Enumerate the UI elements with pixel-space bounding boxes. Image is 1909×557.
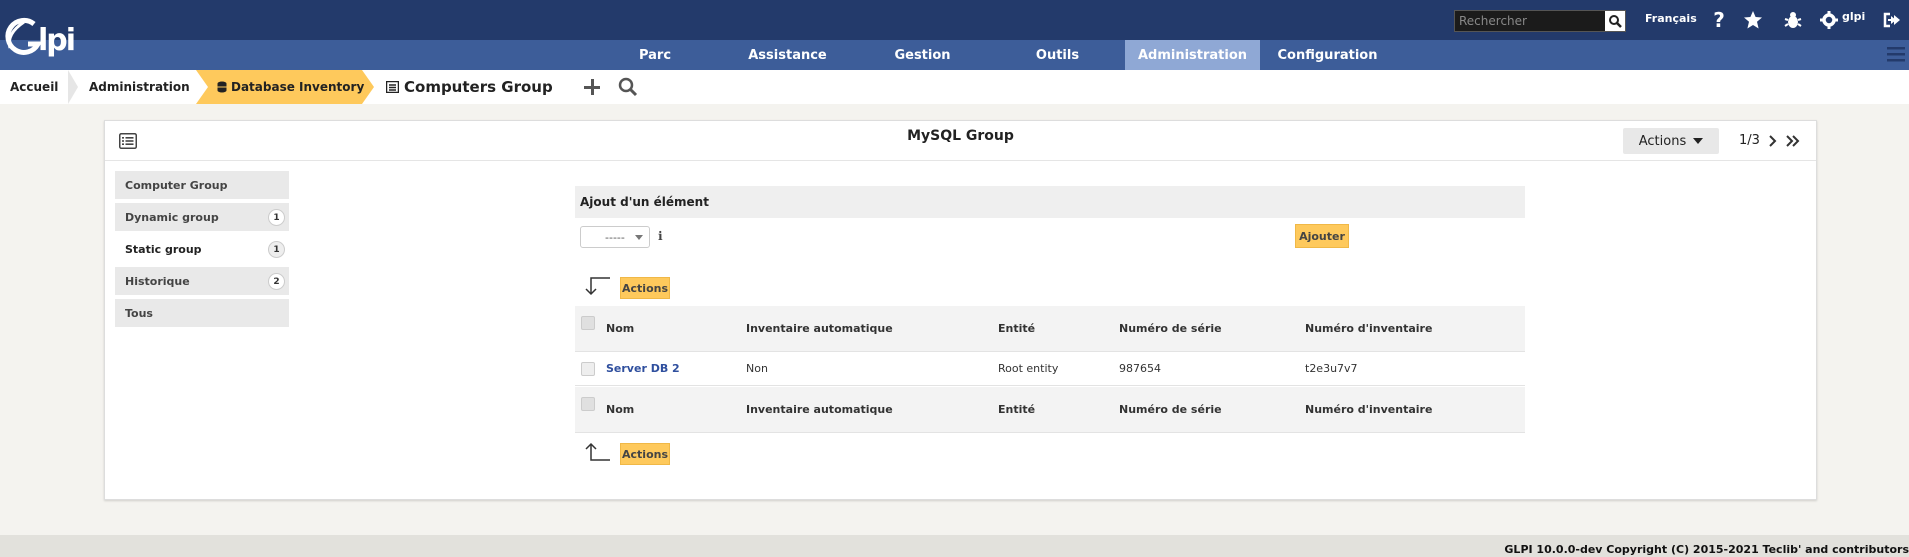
search-input[interactable] bbox=[1455, 11, 1605, 31]
column-header[interactable]: Nom bbox=[606, 306, 634, 351]
menu-toggle-button[interactable] bbox=[1886, 44, 1906, 64]
gear-icon bbox=[1820, 11, 1838, 29]
card-header: MySQL Group Actions 1/3 bbox=[105, 121, 1816, 161]
tab-dynamic-group[interactable]: Dynamic group 1 bbox=[115, 203, 289, 231]
svg-text:lpi: lpi bbox=[38, 23, 74, 58]
table-header: Nom Inventaire automatique Entité Numéro… bbox=[575, 306, 1525, 352]
actions-dropdown-button[interactable]: Actions bbox=[1623, 128, 1719, 154]
info-icon[interactable]: ℹ bbox=[658, 229, 663, 243]
cell-entity: Root entity bbox=[998, 362, 1059, 375]
item-card: MySQL Group Actions 1/3 Computer Group D… bbox=[104, 120, 1817, 500]
hamburger-icon bbox=[1887, 47, 1905, 62]
star-icon bbox=[1744, 11, 1762, 29]
username: glpi bbox=[1842, 9, 1866, 23]
copyright-text[interactable]: GLPI 10.0.0-dev Copyright (C) 2015-2021 … bbox=[1504, 543, 1909, 556]
breadcrumb-database-inventory[interactable]: Database Inventory bbox=[217, 70, 364, 104]
breadcrumb-label: Database Inventory bbox=[231, 80, 365, 94]
tab-label: Static group bbox=[125, 242, 202, 256]
massive-actions-button-top[interactable]: Actions bbox=[620, 277, 670, 299]
glpi-logo[interactable]: lpi bbox=[4, 14, 100, 67]
column-header[interactable]: Entité bbox=[998, 387, 1035, 432]
chevron-double-right-icon bbox=[1786, 135, 1800, 147]
column-header[interactable]: Inventaire automatique bbox=[746, 306, 893, 351]
cell-auto-inventory: Non bbox=[746, 362, 768, 375]
column-header[interactable]: Numéro de série bbox=[1119, 387, 1222, 432]
search-button[interactable] bbox=[1605, 11, 1625, 31]
card-title: MySQL Group bbox=[907, 128, 1014, 144]
cell-serial: 987654 bbox=[1119, 362, 1161, 375]
item-select[interactable]: ----- bbox=[580, 226, 650, 248]
chevron-right-icon bbox=[1769, 135, 1777, 147]
nav-configuration[interactable]: Configuration bbox=[1265, 40, 1390, 70]
arrow-down-left-icon bbox=[581, 276, 611, 299]
column-header[interactable]: Inventaire automatique bbox=[746, 387, 893, 432]
chevron-down-icon bbox=[635, 235, 643, 240]
column-header[interactable]: Numéro de série bbox=[1119, 306, 1222, 351]
nav-parc[interactable]: Parc bbox=[620, 40, 690, 70]
debug-button[interactable] bbox=[1781, 8, 1805, 32]
search-icon bbox=[1609, 15, 1622, 28]
item-name-link[interactable]: Server DB 2 bbox=[606, 352, 680, 385]
tab-computer-group[interactable]: Computer Group bbox=[115, 171, 289, 199]
glpi-logo-icon: lpi bbox=[5, 17, 76, 58]
help-button[interactable]: ? bbox=[1707, 8, 1731, 32]
page-title[interactable]: Computers Group bbox=[386, 70, 553, 104]
tab-tous[interactable]: Tous bbox=[115, 299, 289, 327]
actions-label: Actions bbox=[1638, 133, 1687, 149]
breadcrumb-home[interactable]: Accueil bbox=[10, 70, 58, 104]
table-footer-header: Nom Inventaire automatique Entité Numéro… bbox=[575, 387, 1525, 433]
database-icon bbox=[217, 81, 227, 93]
next-item-button[interactable] bbox=[1768, 135, 1778, 150]
user-menu[interactable]: glpi bbox=[1820, 8, 1865, 32]
add-button[interactable] bbox=[582, 77, 602, 97]
breadcrumb-separator bbox=[196, 70, 208, 104]
select-all-checkbox[interactable] bbox=[581, 316, 595, 330]
global-search bbox=[1454, 10, 1626, 32]
tab-count-badge: 2 bbox=[268, 273, 285, 290]
page-title-label: Computers Group bbox=[404, 78, 553, 96]
tab-count-badge: 1 bbox=[268, 209, 285, 226]
tab-historique[interactable]: Historique 2 bbox=[115, 267, 289, 295]
language-selector[interactable]: Français bbox=[1645, 12, 1697, 25]
question-icon: ? bbox=[1713, 8, 1725, 32]
last-item-button[interactable] bbox=[1785, 135, 1801, 150]
add-item-button[interactable]: Ajouter bbox=[1295, 224, 1349, 248]
select-all-checkbox[interactable] bbox=[581, 397, 595, 411]
tab-label: Dynamic group bbox=[125, 210, 219, 224]
column-header[interactable]: Entité bbox=[998, 306, 1035, 351]
page-footer: GLPI 10.0.0-dev Copyright (C) 2015-2021 … bbox=[0, 535, 1909, 557]
tab-label: Computer Group bbox=[125, 178, 228, 192]
massive-actions-button-bottom[interactable]: Actions bbox=[620, 443, 670, 465]
row-checkbox[interactable] bbox=[581, 362, 595, 376]
favorites-button[interactable] bbox=[1741, 8, 1765, 32]
column-header[interactable]: Numéro d'inventaire bbox=[1305, 387, 1432, 432]
tab-label: Tous bbox=[125, 306, 153, 320]
item-select-value: ----- bbox=[605, 230, 625, 244]
bug-icon bbox=[1784, 12, 1802, 28]
search-icon bbox=[618, 77, 638, 97]
cell-inventory-number: t2e3u7v7 bbox=[1305, 362, 1358, 375]
breadcrumb-separator bbox=[68, 70, 78, 104]
nav-administration[interactable]: Administration bbox=[1125, 40, 1260, 70]
nav-outils[interactable]: Outils bbox=[1020, 40, 1095, 70]
nav-assistance[interactable]: Assistance bbox=[735, 40, 840, 70]
tab-label: Historique bbox=[125, 274, 190, 288]
tab-static-group[interactable]: Static group 1 bbox=[115, 235, 289, 263]
plus-icon bbox=[584, 79, 600, 95]
pager-position: 1/3 bbox=[1739, 133, 1760, 148]
pager: 1/3 bbox=[1739, 133, 1760, 148]
column-header[interactable]: Numéro d'inventaire bbox=[1305, 306, 1432, 351]
search-list-button[interactable] bbox=[618, 77, 638, 97]
add-item-header: Ajout d'un élément bbox=[575, 186, 1525, 218]
caret-down-icon bbox=[1693, 138, 1704, 144]
logout-button[interactable] bbox=[1880, 8, 1904, 32]
breadcrumb-administration[interactable]: Administration bbox=[89, 70, 190, 104]
column-header[interactable]: Nom bbox=[606, 387, 634, 432]
arrow-up-left-icon bbox=[581, 442, 611, 465]
table-row: Server DB 2 Non Root entity 987654 t2e3u… bbox=[575, 352, 1525, 386]
list-icon bbox=[386, 81, 399, 93]
logout-icon bbox=[1883, 12, 1900, 28]
nav-gestion[interactable]: Gestion bbox=[880, 40, 965, 70]
tab-count-badge: 1 bbox=[268, 241, 285, 258]
